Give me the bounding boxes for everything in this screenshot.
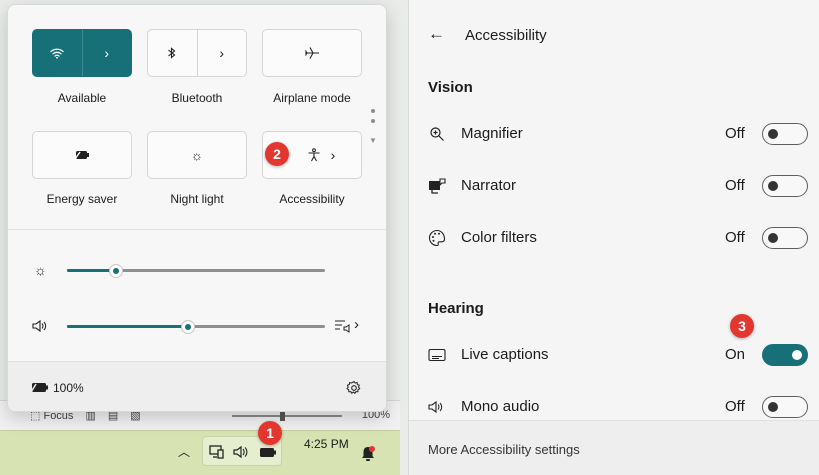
step-badge-1: 1 xyxy=(258,421,282,445)
chevron-right-icon: › xyxy=(330,147,336,163)
wifi-tile: › xyxy=(32,29,132,77)
bluetooth-toggle-button[interactable] xyxy=(148,30,197,76)
accessibility-footer: More Accessibility settings xyxy=(409,420,819,475)
settings-gear-icon[interactable] xyxy=(346,380,362,396)
bluetooth-expand-button[interactable]: › xyxy=(196,30,247,76)
night-light-tile[interactable]: ☼ xyxy=(147,131,247,179)
accessibility-header: ← Accessibility xyxy=(409,0,819,70)
airplane-icon xyxy=(305,47,319,59)
magnifier-toggle[interactable] xyxy=(762,123,808,145)
battery-icon xyxy=(260,448,276,457)
volume-icon[interactable] xyxy=(32,319,48,333)
magnifier-state: Off xyxy=(725,125,745,142)
scroll-down-icon[interactable]: ▼ xyxy=(369,136,377,145)
wifi-icon xyxy=(50,48,64,59)
more-accessibility-settings-link[interactable]: More Accessibility settings xyxy=(428,442,580,457)
quick-settings-footer: 100% xyxy=(8,361,386,411)
accessibility-tile-label: Accessibility xyxy=(279,192,345,206)
bluetooth-icon xyxy=(168,47,176,59)
chevron-right-icon: › xyxy=(219,45,225,61)
show-hidden-icons-icon[interactable]: ︿ xyxy=(178,443,190,460)
accessibility-panel: ← Accessibility Vision Magnifier Off Nar… xyxy=(408,0,819,475)
vision-heading: Vision xyxy=(428,79,473,96)
energy-saver-tile-label: Energy saver xyxy=(46,192,118,206)
accessibility-title: Accessibility xyxy=(465,27,547,44)
color-filters-state: Off xyxy=(725,229,745,246)
magnifier-label: Magnifier xyxy=(461,125,523,142)
live-captions-row: Live captions On xyxy=(409,335,819,375)
speaker-icon xyxy=(233,445,248,459)
color-filters-label: Color filters xyxy=(461,229,537,246)
narrator-label: Narrator xyxy=(461,177,517,194)
color-filters-icon xyxy=(427,228,447,248)
narrator-state: Off xyxy=(725,177,745,194)
energy-saver-icon xyxy=(74,151,89,160)
night-light-icon: ☼ xyxy=(191,147,203,163)
step-badge-3: 3 xyxy=(730,314,754,338)
magnifier-icon xyxy=(427,124,447,144)
taskbar: ︿ 4:25 PM xyxy=(0,430,400,475)
chevron-right-icon: › xyxy=(354,316,359,333)
mono-audio-toggle[interactable] xyxy=(762,396,808,418)
divider xyxy=(8,229,386,230)
wifi-expand-button[interactable]: › xyxy=(81,30,132,76)
hearing-heading: Hearing xyxy=(428,300,484,317)
back-arrow-icon[interactable]: ← xyxy=(428,24,445,44)
narrator-toggle[interactable] xyxy=(762,175,808,197)
live-captions-state: On xyxy=(725,346,746,363)
color-filters-toggle[interactable] xyxy=(762,227,808,249)
wifi-toggle-button[interactable] xyxy=(33,30,82,76)
brightness-slider-thumb[interactable] xyxy=(109,264,124,278)
step-badge-2: 2 xyxy=(265,142,289,166)
color-filters-row: Color filters Off xyxy=(409,218,819,258)
zoom-slider[interactable] xyxy=(232,415,342,417)
energy-saver-tile[interactable] xyxy=(32,131,132,179)
bluetooth-tile: › xyxy=(147,29,247,77)
airplane-mode-tile[interactable] xyxy=(262,29,362,77)
brightness-icon: ☼ xyxy=(34,262,47,278)
audio-output-icon xyxy=(335,320,350,333)
narrator-row: Narrator Off xyxy=(409,166,819,206)
night-light-tile-label: Night light xyxy=(170,192,224,206)
quick-settings-panel: › Available › Bluetooth Airplane mode En… xyxy=(7,4,387,412)
mono-audio-icon xyxy=(427,397,447,417)
battery-percentage[interactable]: 100% xyxy=(53,381,84,395)
volume-slider-fill xyxy=(67,325,189,328)
live-captions-toggle[interactable] xyxy=(762,344,808,366)
clock[interactable]: 4:25 PM xyxy=(304,437,349,451)
wifi-tile-label: Available xyxy=(57,91,107,105)
accessibility-icon xyxy=(308,148,320,162)
network-icon xyxy=(209,445,224,459)
audio-output-button[interactable]: › xyxy=(334,316,364,336)
chevron-right-icon: › xyxy=(104,45,110,61)
magnifier-row: Magnifier Off xyxy=(409,114,819,154)
notification-bell-icon[interactable] xyxy=(360,445,376,463)
page-indicator[interactable] xyxy=(370,109,376,129)
battery-icon xyxy=(31,383,48,393)
live-captions-icon xyxy=(427,345,447,365)
live-captions-label: Live captions xyxy=(461,346,549,363)
mono-audio-label: Mono audio xyxy=(461,398,540,415)
volume-slider-thumb[interactable] xyxy=(181,320,196,334)
bluetooth-tile-label: Bluetooth xyxy=(171,91,223,105)
mono-audio-state: Off xyxy=(725,398,745,415)
airplane-mode-tile-label: Airplane mode xyxy=(273,91,351,105)
narrator-icon xyxy=(427,176,447,196)
